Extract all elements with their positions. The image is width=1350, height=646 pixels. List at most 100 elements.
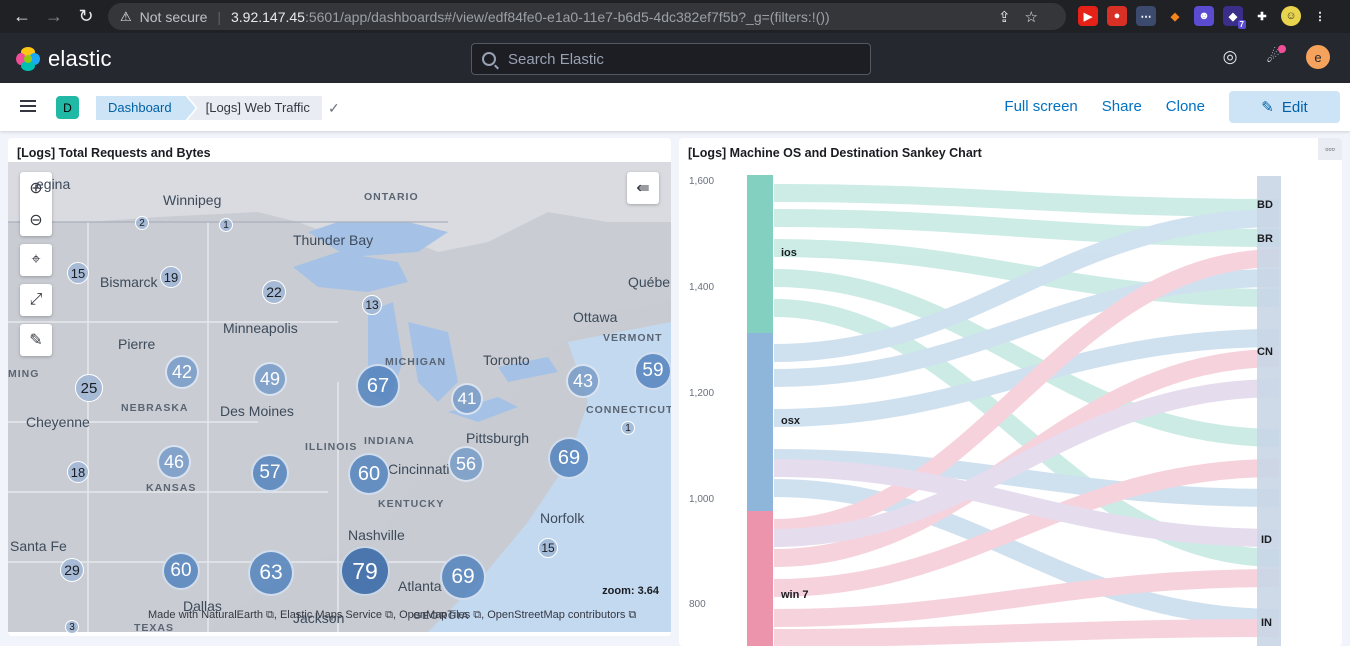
map-cluster[interactable]: 15 — [538, 538, 558, 558]
profile-ext-icon[interactable]: ● — [1107, 6, 1127, 26]
tools-icon[interactable]: ✎ — [20, 324, 52, 356]
state-label: ONTARIO — [364, 191, 419, 203]
place-label: Winnipeg — [163, 192, 222, 208]
locate-icon[interactable]: ⌖ — [20, 244, 52, 276]
place-label: Pittsburgh — [466, 430, 530, 446]
map-cluster[interactable]: 59 — [634, 352, 671, 390]
map-cluster[interactable]: 67 — [356, 364, 400, 408]
place-label: Santa Fe — [10, 538, 67, 554]
map-canvas[interactable]: ⊕ ⊖ ⌖ ⤢ ✎ ⇚ egina Winnipeg Thunder Bay B… — [8, 162, 671, 634]
map-cluster[interactable]: 56 — [448, 446, 484, 482]
map-cluster[interactable]: 1 — [621, 421, 635, 435]
map-cluster[interactable]: 19 — [160, 266, 182, 288]
brand-name: elastic — [48, 46, 112, 71]
state-label: KANSAS — [146, 482, 197, 494]
place-label: Québe — [628, 274, 671, 290]
map-cluster[interactable]: 29 — [60, 558, 84, 582]
map-cluster[interactable]: 43 — [566, 364, 600, 398]
map-cluster[interactable]: 18 — [67, 461, 89, 483]
place-label: Cheyenne — [26, 414, 90, 430]
map-cluster[interactable]: 22 — [262, 280, 286, 304]
map-cluster[interactable]: 41 — [451, 383, 483, 415]
puzzle-ext-icon[interactable]: ✚ — [1252, 6, 1272, 26]
source-node-label: osx — [781, 415, 800, 427]
reload-icon[interactable]: ↻ — [72, 6, 100, 27]
map-cluster[interactable]: 15 — [67, 262, 89, 284]
state-label: MING — [8, 368, 40, 380]
security-label: Not secure — [139, 8, 208, 25]
user-avatar[interactable]: e — [1306, 45, 1330, 69]
elastic-logo[interactable]: elastic — [16, 46, 112, 72]
url-path: :5601/app/dashboards#/view/edf84fe0-e1a0… — [304, 8, 830, 25]
state-label: NEBRASKA — [121, 402, 189, 414]
state-label: CONNECTICUT — [586, 404, 671, 416]
state-label: VERMONT — [603, 332, 663, 344]
target-node-label: ID — [1261, 534, 1272, 546]
warning-icon: ⚠ — [120, 8, 132, 24]
map-cluster[interactable]: 25 — [75, 374, 103, 402]
map-cluster[interactable]: 69 — [440, 554, 486, 600]
more-menu-icon[interactable]: ⋮ — [1310, 6, 1330, 26]
map-cluster[interactable]: 60 — [162, 552, 200, 590]
dashboard-toolbar: D Dashboard [Logs] Web Traffic ✓ Full sc… — [0, 83, 1350, 131]
place-label: Minneapolis — [223, 320, 298, 336]
dots-ext-icon[interactable]: ⋯ — [1136, 6, 1156, 26]
map-cluster[interactable]: 46 — [157, 445, 191, 479]
breadcrumb-dashboard[interactable]: Dashboard — [96, 96, 196, 120]
layer-toggle-icon[interactable]: ⇚ — [627, 172, 659, 204]
map-attribution[interactable]: Made with NaturalEarth ⧉, Elastic Maps S… — [148, 609, 636, 622]
map-cluster[interactable]: 69 — [548, 437, 590, 479]
map-panel: [Logs] Total Requests and Bytes ⊕ ⊖ ⌖ ⤢ … — [8, 138, 671, 636]
state-label: KENTUCKY — [378, 498, 445, 510]
map-cluster[interactable]: 1 — [219, 218, 233, 232]
map-cluster[interactable]: 63 — [248, 550, 294, 596]
clone-button[interactable]: Clone — [1166, 91, 1205, 123]
global-search[interactable] — [471, 43, 871, 75]
place-label: egina — [36, 176, 71, 192]
fullscreen-button[interactable]: Full screen — [1004, 91, 1077, 123]
source-node-label: ios — [781, 247, 797, 259]
map-cluster[interactable]: 79 — [340, 546, 390, 596]
profile-avatar-icon[interactable]: ☺ — [1281, 6, 1301, 26]
forward-icon[interactable]: → — [40, 6, 68, 27]
map-cluster[interactable]: 57 — [251, 454, 289, 492]
extensions-bar: ▶ ● ⋯ ◆ ☻ ◆ 7 ✚ ☺ ⋮ — [1078, 6, 1330, 29]
map-cluster[interactable]: 3 — [65, 620, 79, 634]
share-star-icons[interactable]: ⇪☆ — [998, 8, 1052, 26]
ghost-ext-icon[interactable]: ☻ — [1194, 6, 1214, 26]
tools-control: ✎ — [20, 324, 52, 356]
target-node-label: CN — [1257, 346, 1273, 358]
chevron-down-icon[interactable]: ✓ — [328, 100, 340, 117]
url-host: 3.92.147.45 — [231, 8, 305, 25]
target-node-label: BR — [1257, 233, 1273, 245]
state-label: MICHIGAN — [385, 356, 447, 368]
top-actions: Full screen Share Clone ✎ Edit — [1004, 91, 1340, 123]
search-input[interactable] — [508, 50, 848, 68]
place-label: Cincinnati — [388, 461, 450, 477]
metamask-ext-icon[interactable]: ◆ — [1165, 6, 1185, 26]
hamburger-menu-icon[interactable] — [20, 100, 36, 112]
state-label: ILLINOIS — [305, 441, 358, 453]
place-label: Ottawa — [573, 309, 618, 325]
share-button[interactable]: Share — [1102, 91, 1142, 123]
map-cluster[interactable]: 42 — [165, 355, 199, 389]
news-feed-icon[interactable]: ☄ — [1262, 45, 1286, 69]
back-icon[interactable]: ← — [8, 6, 36, 27]
space-avatar[interactable]: D — [56, 96, 79, 119]
map-cluster[interactable]: 49 — [253, 362, 287, 396]
map-cluster[interactable]: 2 — [135, 216, 149, 230]
youtube-ext-icon[interactable]: ▶ — [1078, 6, 1098, 26]
sankey-chart[interactable] — [679, 138, 1342, 646]
fit-control: ⤢ — [20, 284, 52, 316]
edit-button[interactable]: ✎ Edit — [1229, 91, 1340, 123]
help-icon[interactable]: ◎ — [1218, 45, 1242, 69]
address-bar[interactable]: ⚠ Not secure | 3.92.147.45 :5601/app/das… — [108, 3, 1066, 30]
place-label: Thunder Bay — [293, 232, 374, 248]
browser-toolbar: ← → ↻ ⚠ Not secure | 3.92.147.45 :5601/a… — [0, 0, 1350, 33]
zoom-out-icon[interactable]: ⊖ — [20, 204, 52, 236]
map-panel-title: [Logs] Total Requests and Bytes — [17, 146, 211, 160]
fit-bounds-icon[interactable]: ⤢ — [20, 284, 52, 316]
badge-ext-icon[interactable]: ◆ 7 — [1223, 6, 1246, 29]
map-cluster[interactable]: 13 — [362, 295, 382, 315]
map-cluster[interactable]: 60 — [348, 453, 390, 495]
